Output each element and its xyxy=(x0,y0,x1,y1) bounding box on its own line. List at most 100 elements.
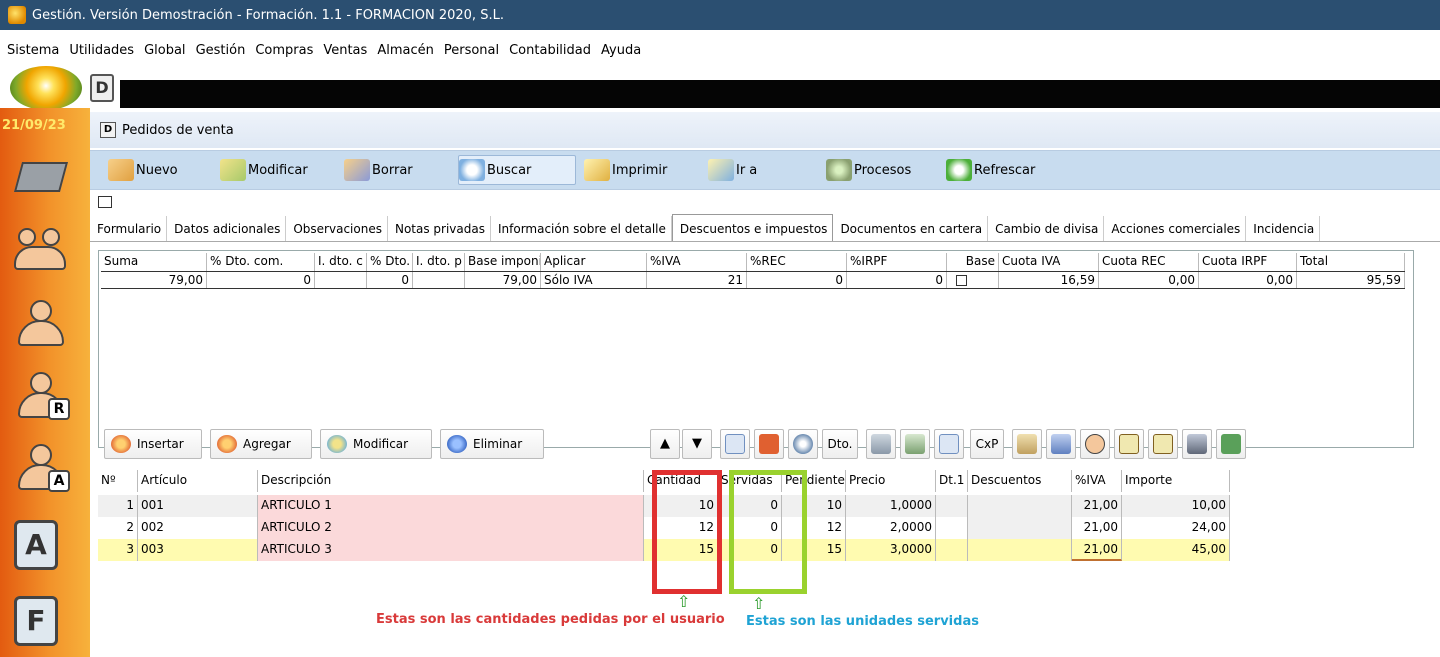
document-button[interactable] xyxy=(720,429,750,459)
insert-button[interactable]: Insertar xyxy=(104,429,202,459)
tab-datos-adicionales[interactable]: Datos adicionales xyxy=(167,216,287,241)
search-button[interactable]: Buscar xyxy=(458,155,576,185)
book-button[interactable] xyxy=(1182,429,1212,459)
cell-iva-line[interactable]: 21,00 xyxy=(1072,517,1122,539)
image-button[interactable] xyxy=(1114,429,1144,459)
menu-utilidades[interactable]: Utilidades xyxy=(69,43,134,58)
tab-incidencia[interactable]: Incidencia xyxy=(1246,216,1321,241)
document-icon[interactable]: D xyxy=(90,74,114,102)
delete-button[interactable]: Borrar xyxy=(344,155,413,185)
menu-contabilidad[interactable]: Contabilidad xyxy=(509,43,591,58)
cell-descuentos[interactable] xyxy=(968,539,1072,561)
col-suma[interactable]: Suma xyxy=(101,253,207,271)
cell-precio[interactable]: 3,0000 xyxy=(846,539,936,561)
cell-rec[interactable]: 0 xyxy=(747,272,847,288)
currency-button[interactable] xyxy=(900,429,930,459)
goto-button[interactable]: Ir a xyxy=(708,155,757,185)
col-cuota-irpf[interactable]: Cuota IRPF xyxy=(1199,253,1297,271)
tab-cambio-divisa[interactable]: Cambio de divisa xyxy=(988,216,1105,241)
menu-gestion[interactable]: Gestión xyxy=(196,43,246,58)
discount-button[interactable]: Dto. xyxy=(822,429,858,459)
cell-cuota-irpf[interactable]: 0,00 xyxy=(1199,272,1297,288)
col-descripcion[interactable]: Descripción xyxy=(258,470,644,492)
cell-irpf[interactable]: 0 xyxy=(847,272,947,288)
cell-descripcion[interactable]: ARTICULO 3 xyxy=(258,539,644,561)
col-irpf[interactable]: %IRPF xyxy=(847,253,947,271)
edit-button[interactable]: Modificar xyxy=(220,155,308,185)
menu-ayuda[interactable]: Ayuda xyxy=(601,43,641,58)
cell-descuentos[interactable] xyxy=(968,495,1072,517)
col-base[interactable]: Base xyxy=(947,253,999,271)
col-articulo[interactable]: Artículo xyxy=(138,470,258,492)
col-i-dto-c[interactable]: I. dto. c xyxy=(315,253,367,271)
group-icon[interactable] xyxy=(14,224,70,274)
customer-button[interactable] xyxy=(1080,429,1110,459)
tab-documentos-cartera[interactable]: Documentos en cartera xyxy=(833,216,989,241)
orders-button[interactable] xyxy=(754,429,784,459)
col-base-imponible[interactable]: Base imponil xyxy=(465,253,541,271)
letter-f-icon[interactable]: F xyxy=(14,596,58,646)
refresh-button[interactable]: Refrescar xyxy=(946,155,1035,185)
cell-articulo[interactable]: 003 xyxy=(138,539,258,561)
col-iva[interactable]: %IVA xyxy=(647,253,747,271)
person-a-icon[interactable]: A xyxy=(14,442,70,492)
col-num[interactable]: Nº xyxy=(98,470,138,492)
cell-cuota-rec[interactable]: 0,00 xyxy=(1099,272,1199,288)
menu-sistema[interactable]: Sistema xyxy=(7,43,59,58)
person-icon[interactable] xyxy=(14,298,70,348)
stock-button[interactable] xyxy=(866,429,896,459)
col-i-dto-p[interactable]: I. dto. p xyxy=(413,253,465,271)
taxes-row[interactable]: 79,00 0 0 79,00 Sólo IVA 21 0 0 16,59 0,… xyxy=(101,271,1405,289)
menu-almacen[interactable]: Almacén xyxy=(377,43,434,58)
modify-line-button[interactable]: Modificar xyxy=(320,429,432,459)
desk-icon[interactable] xyxy=(13,152,70,202)
cell-importe[interactable]: 45,00 xyxy=(1122,539,1230,561)
col-iva-line[interactable]: %IVA xyxy=(1072,470,1122,492)
tab-observaciones[interactable]: Observaciones xyxy=(286,216,388,241)
cell-iva[interactable]: 21 xyxy=(647,272,747,288)
disk-button[interactable] xyxy=(788,429,818,459)
tab-notas-privadas[interactable]: Notas privadas xyxy=(388,216,491,241)
cell-i-dto-p[interactable] xyxy=(413,272,465,288)
col-precio[interactable]: Precio xyxy=(846,470,936,492)
bank-button[interactable] xyxy=(1012,429,1042,459)
cell-dt1[interactable] xyxy=(936,539,968,561)
cell-dto[interactable]: 0 xyxy=(367,272,413,288)
tab-informacion-detalle[interactable]: Información sobre el detalle xyxy=(491,216,672,241)
col-rec[interactable]: %REC xyxy=(747,253,847,271)
cell-articulo[interactable]: 002 xyxy=(138,517,258,539)
move-down-button[interactable]: ▼ xyxy=(682,429,712,459)
cell-precio[interactable]: 1,0000 xyxy=(846,495,936,517)
menu-personal[interactable]: Personal xyxy=(444,43,499,58)
tab-descuentos-impuestos[interactable]: Descuentos e impuestos xyxy=(671,214,834,241)
excel-button[interactable] xyxy=(1216,429,1246,459)
delete-line-button[interactable]: Eliminar xyxy=(440,429,544,459)
tab-acciones-comerciales[interactable]: Acciones comerciales xyxy=(1104,216,1247,241)
processes-button[interactable]: Procesos xyxy=(826,155,911,185)
cell-base[interactable] xyxy=(947,272,999,288)
col-total[interactable]: Total xyxy=(1297,253,1405,271)
cell-cuota-iva[interactable]: 16,59 xyxy=(999,272,1099,288)
layout-icon[interactable] xyxy=(98,196,112,208)
col-descuentos[interactable]: Descuentos xyxy=(968,470,1072,492)
cell-dto-com[interactable]: 0 xyxy=(207,272,315,288)
cell-descripcion[interactable]: ARTICULO 1 xyxy=(258,495,644,517)
cell-iva-line[interactable]: 21,00 xyxy=(1072,495,1122,517)
cxp-button[interactable]: CxP xyxy=(970,429,1004,459)
print-button[interactable]: Imprimir xyxy=(584,155,667,185)
tab-formulario[interactable]: Formulario xyxy=(90,216,168,241)
cell-aplicar[interactable]: Sólo IVA xyxy=(541,272,647,288)
cell-articulo[interactable]: 001 xyxy=(138,495,258,517)
col-dto-com[interactable]: % Dto. com. xyxy=(207,253,315,271)
cell-dt1[interactable] xyxy=(936,517,968,539)
col-importe[interactable]: Importe xyxy=(1122,470,1230,492)
base-checkbox[interactable] xyxy=(956,275,967,286)
menu-compras[interactable]: Compras xyxy=(255,43,313,58)
cell-precio[interactable]: 2,0000 xyxy=(846,517,936,539)
col-aplicar[interactable]: Aplicar xyxy=(541,253,647,271)
cell-importe[interactable]: 10,00 xyxy=(1122,495,1230,517)
cell-importe[interactable]: 24,00 xyxy=(1122,517,1230,539)
cell-iva-line[interactable]: 21,00 xyxy=(1072,539,1122,561)
col-dto[interactable]: % Dto. xyxy=(367,253,413,271)
menu-ventas[interactable]: Ventas xyxy=(323,43,367,58)
